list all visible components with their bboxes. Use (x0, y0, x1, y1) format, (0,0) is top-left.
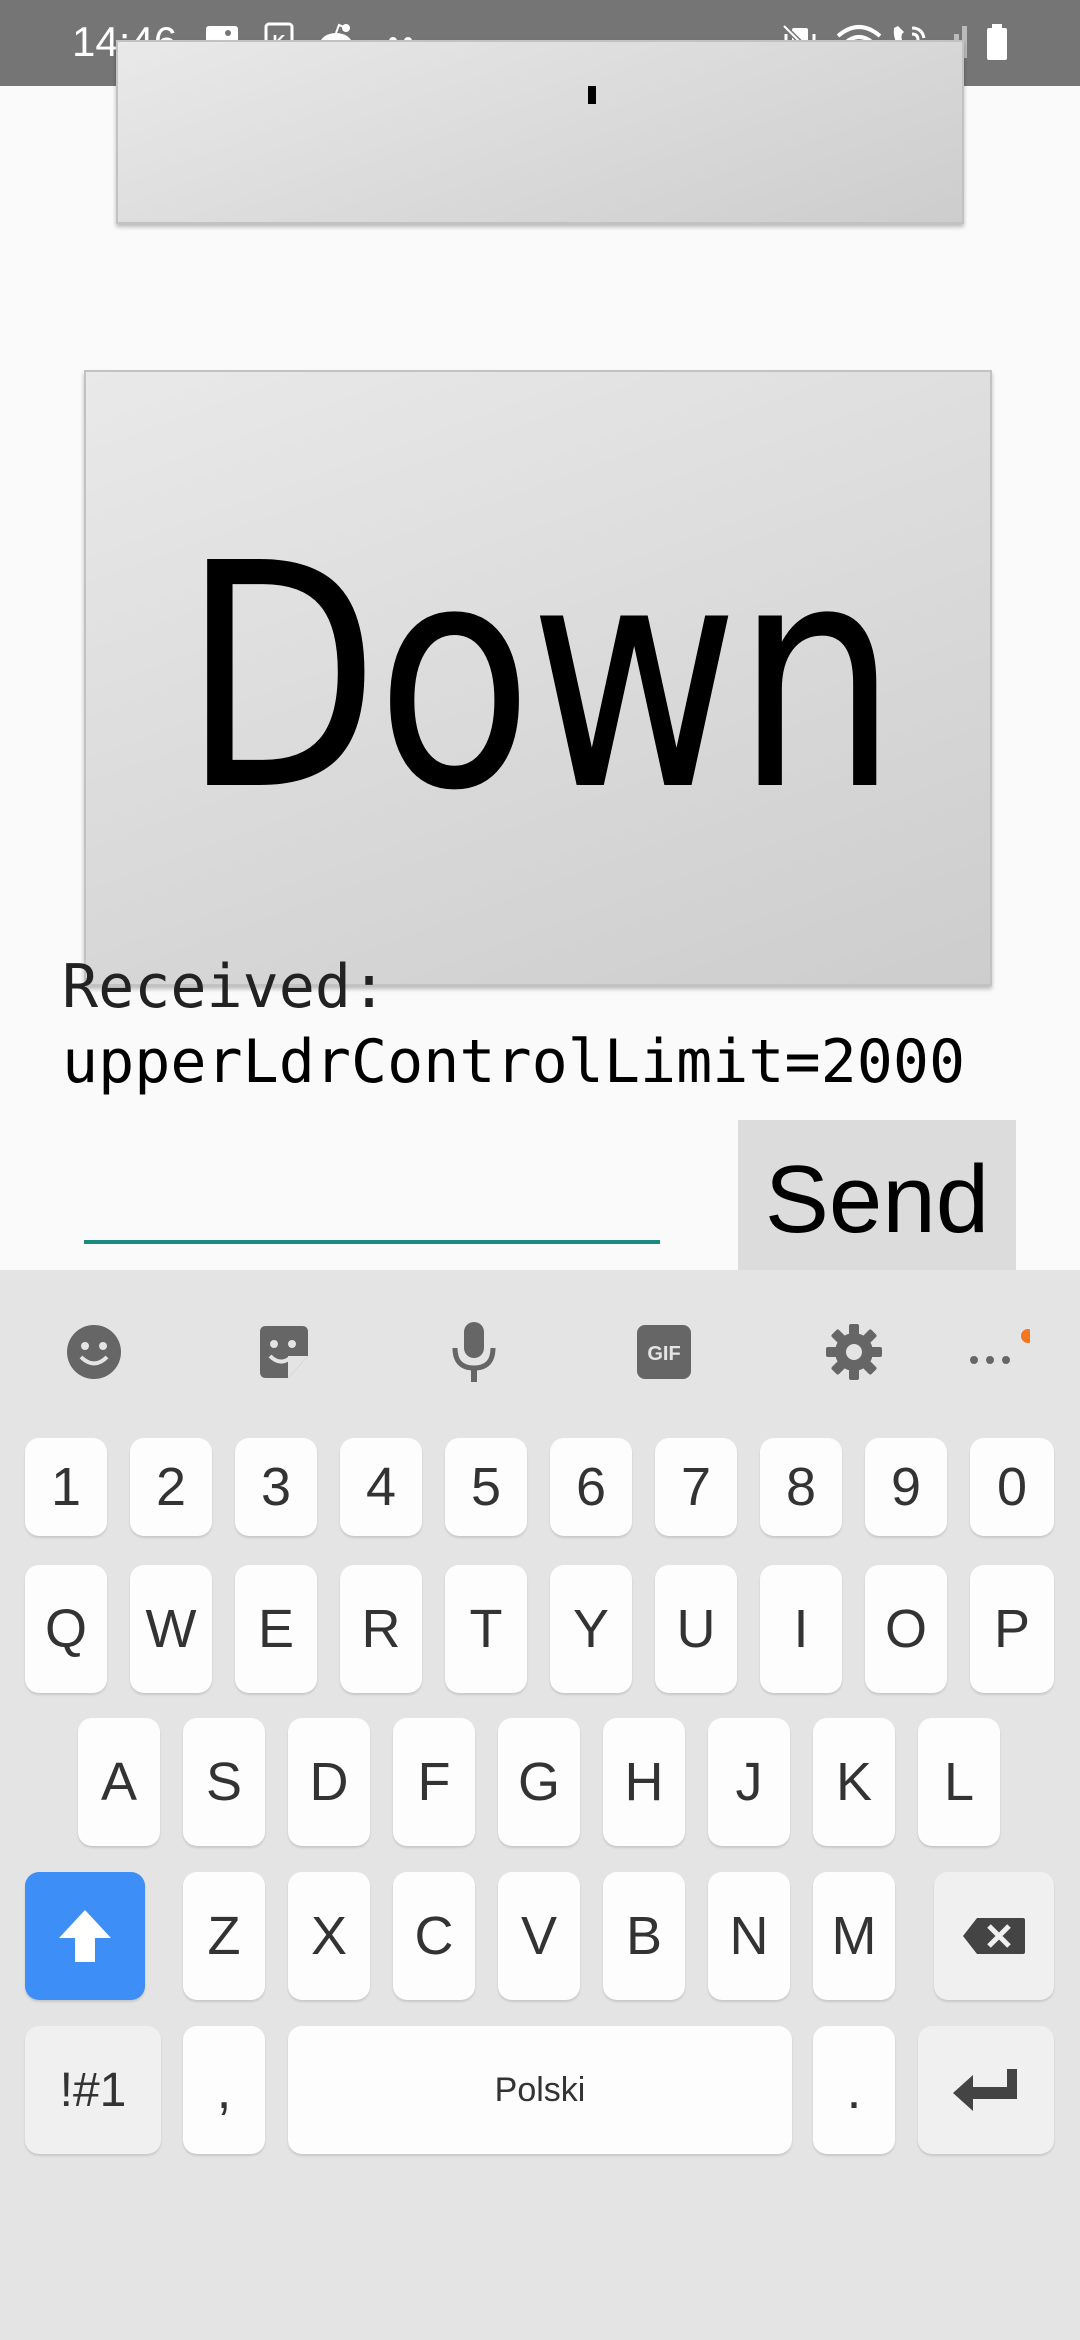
key-q[interactable]: Q (25, 1565, 107, 1693)
key-1[interactable]: 1 (25, 1438, 107, 1536)
key-5[interactable]: 5 (445, 1438, 527, 1536)
received-label: Received: (62, 952, 388, 1022)
key-n[interactable]: N (708, 1872, 790, 2000)
key-3[interactable]: 3 (235, 1438, 317, 1536)
send-button-label: Send (764, 1146, 990, 1253)
backspace-key[interactable] (934, 1872, 1054, 2000)
message-input-underline (84, 1240, 660, 1244)
settings-icon[interactable] (822, 1320, 886, 1384)
key-j[interactable]: J (708, 1718, 790, 1846)
key-8[interactable]: 8 (760, 1438, 842, 1536)
backspace-icon (963, 1918, 1025, 1954)
key-z[interactable]: Z (183, 1872, 265, 2000)
message-input[interactable] (84, 1150, 664, 1238)
sticker-icon[interactable] (252, 1320, 316, 1384)
key-h[interactable]: H (603, 1718, 685, 1846)
key-l[interactable]: L (918, 1718, 1000, 1846)
period-key[interactable]: . (813, 2026, 895, 2154)
key-g[interactable]: G (498, 1718, 580, 1846)
key-a[interactable]: A (78, 1718, 160, 1846)
key-0[interactable]: 0 (970, 1438, 1054, 1536)
notification-dot (1021, 1329, 1030, 1343)
symbols-key[interactable]: !#1 (25, 2026, 161, 2154)
key-r[interactable]: R (340, 1565, 422, 1693)
enter-key[interactable] (918, 2026, 1054, 2154)
key-6[interactable]: 6 (550, 1438, 632, 1536)
shift-key[interactable] (25, 1872, 145, 2000)
enter-icon (953, 2069, 1017, 2111)
gif-icon[interactable]: GIF (632, 1320, 696, 1384)
key-m[interactable]: M (813, 1872, 895, 2000)
key-v[interactable]: V (498, 1872, 580, 2000)
key-e[interactable]: E (235, 1565, 317, 1693)
gif-label: GIF (647, 1343, 680, 1365)
send-button[interactable]: Send (738, 1120, 1016, 1280)
key-4[interactable]: 4 (340, 1438, 422, 1536)
comma-key[interactable]: , (183, 2026, 265, 2154)
key-i[interactable]: I (760, 1565, 842, 1693)
key-7[interactable]: 7 (655, 1438, 737, 1536)
key-x[interactable]: X (288, 1872, 370, 2000)
received-value: upperLdrControlLimit=2000 (62, 1027, 966, 1097)
down-button[interactable]: Down (84, 370, 992, 986)
up-button[interactable] (116, 40, 964, 224)
received-text: Received: upperLdrControlLimit=2000 (62, 950, 1072, 1100)
key-s[interactable]: S (183, 1718, 265, 1846)
key-o[interactable]: O (865, 1565, 947, 1693)
keyboard: GIF 1 2 3 4 5 6 7 8 9 0 Q W E R T Y U I … (0, 1270, 1080, 2340)
space-key[interactable]: Polski (288, 2026, 792, 2154)
mic-icon[interactable] (442, 1320, 506, 1384)
battery-icon (984, 22, 1010, 67)
key-k[interactable]: K (813, 1718, 895, 1846)
key-p[interactable]: P (970, 1565, 1054, 1693)
key-b[interactable]: B (603, 1872, 685, 2000)
key-y[interactable]: Y (550, 1565, 632, 1693)
key-d[interactable]: D (288, 1718, 370, 1846)
key-9[interactable]: 9 (865, 1438, 947, 1536)
emoji-icon[interactable] (62, 1320, 126, 1384)
key-2[interactable]: 2 (130, 1438, 212, 1536)
down-button-label: Down (181, 497, 898, 859)
key-t[interactable]: T (445, 1565, 527, 1693)
key-f[interactable]: F (393, 1718, 475, 1846)
shift-arrow-icon (59, 1910, 111, 1962)
key-w[interactable]: W (130, 1565, 212, 1693)
key-c[interactable]: C (393, 1872, 475, 2000)
up-button-label-fragment (588, 86, 596, 104)
more-icon[interactable] (966, 1320, 1030, 1384)
key-u[interactable]: U (655, 1565, 737, 1693)
